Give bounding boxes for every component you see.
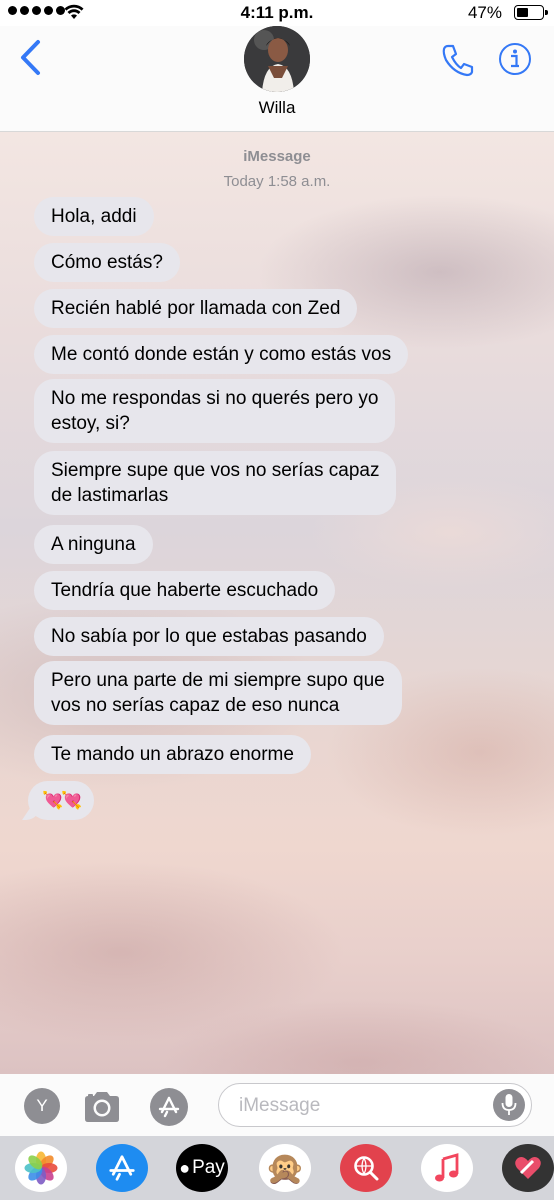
- message-bubble[interactable]: Siempre supe que vos no serías capaz de …: [34, 451, 397, 515]
- monkey-emoji-icon[interactable]: 🙊: [259, 1144, 311, 1192]
- chevron-left-icon[interactable]: [18, 38, 42, 78]
- status-bar: 4:11 p.m. 47%: [0, 0, 554, 26]
- heart-sticker-icon[interactable]: [502, 1144, 554, 1192]
- info-icon[interactable]: [498, 42, 532, 76]
- message-bubble[interactable]: Te mando un abrazo enorme: [34, 735, 311, 774]
- emoji-message-bubble[interactable]: 💘💘: [28, 781, 95, 820]
- photos-icon[interactable]: [15, 1144, 67, 1192]
- message-bubble[interactable]: A ninguna: [34, 525, 153, 564]
- message-bubble[interactable]: Recién hablé por llamada con Zed: [34, 289, 358, 328]
- battery-icon: [514, 5, 548, 20]
- battery-percentage: 47%: [467, 3, 502, 22]
- contact-name[interactable]: Willa: [0, 98, 554, 118]
- message-timestamp: Today 1:58 a.m.: [223, 173, 331, 190]
- imessage-app-drawer: ● Pay 🙊: [0, 1136, 554, 1200]
- message-bubble[interactable]: Cómo estás?: [34, 243, 180, 282]
- microphone-icon[interactable]: [493, 1089, 525, 1121]
- app-store-icon[interactable]: [150, 1088, 188, 1126]
- compose-bar: Y: [0, 1074, 554, 1136]
- message-bubble[interactable]: Pero una parte de mi siempre supo que vo…: [34, 661, 402, 725]
- message-bubble[interactable]: Hola, addi: [34, 197, 154, 236]
- message-bubble[interactable]: Me contó donde están y como estás vos: [34, 335, 409, 374]
- message-input-field[interactable]: [218, 1083, 532, 1127]
- message-bubble[interactable]: No sabía por lo que estabas pasando: [34, 617, 384, 656]
- message-thread[interactable]: iMessage Today 1:58 a.m. Hola, addi Cómo…: [0, 132, 554, 1074]
- camera-icon[interactable]: [82, 1090, 122, 1124]
- memoji-button[interactable]: Y: [24, 1088, 60, 1124]
- message-bubble[interactable]: No me respondas si no querés pero yo est…: [34, 379, 396, 443]
- music-icon[interactable]: [421, 1144, 473, 1192]
- conversation-header: Willa: [0, 26, 554, 132]
- contact-avatar[interactable]: [244, 26, 310, 92]
- app-store-icon[interactable]: [96, 1144, 148, 1192]
- phone-icon[interactable]: [440, 42, 476, 78]
- web-search-icon[interactable]: [340, 1144, 392, 1192]
- message-input[interactable]: [237, 1092, 481, 1120]
- apple-pay-icon[interactable]: ● Pay: [176, 1144, 228, 1192]
- apple-pay-label: Pay: [192, 1157, 225, 1178]
- service-label: iMessage: [243, 148, 311, 165]
- message-bubble[interactable]: Tendría que haberte escuchado: [34, 571, 336, 610]
